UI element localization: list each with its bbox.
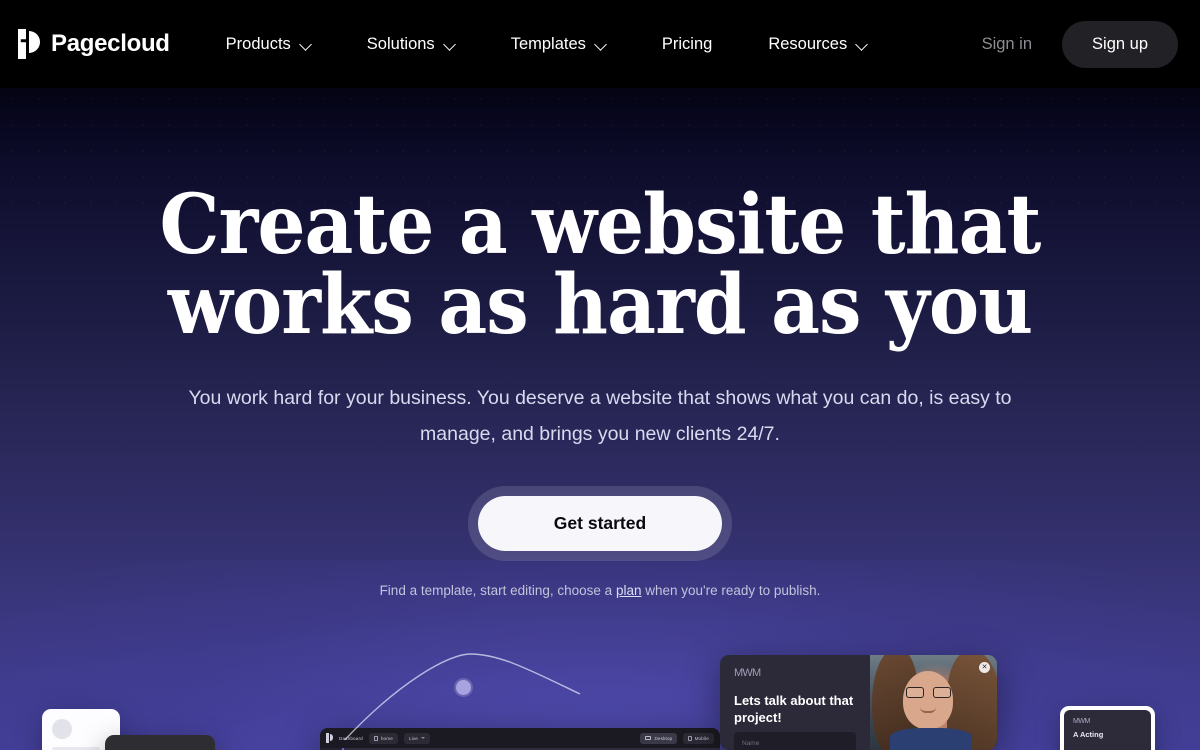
nav-item-label: Templates [510, 34, 586, 53]
glasses-icon [906, 687, 951, 698]
nav-links: Products Solutions Templates Pricing Res… [198, 25, 968, 64]
editor-status-selector[interactable]: Live [403, 732, 430, 744]
nav-item-solutions[interactable]: Solutions [367, 25, 455, 64]
brand-name: Pagecloud [51, 30, 170, 57]
pagecloud-logo-icon [18, 29, 40, 59]
promo-card-mockup[interactable]: MWM Lets talk about that project! Name ✕ [720, 655, 997, 750]
nav-item-resources[interactable]: Resources [768, 25, 867, 64]
promo-card-content: MWM Lets talk about that project! Name [720, 655, 870, 750]
editor-dashboard-label[interactable]: Dashboard [339, 736, 363, 741]
pagecloud-logo-icon [326, 733, 333, 743]
editor-toolbar: Dashboard home Live Desktop Mobile [320, 728, 720, 748]
editor-mobile-toggle[interactable]: Mobile [683, 732, 714, 744]
hero-subtitle: You work hard for your business. You des… [188, 387, 1012, 445]
nav-item-pricing[interactable]: Pricing [662, 25, 712, 64]
cta-container: Get started [0, 486, 1200, 562]
hero-fineprint: Find a template, start editing, choose a… [0, 583, 1200, 598]
hero-section: Create a website that works as hard as y… [0, 88, 1200, 598]
avatar-icon [52, 719, 72, 739]
nav-item-products[interactable]: Products [226, 25, 311, 64]
top-navigation-bar: Pagecloud Products Solutions Templates P… [0, 0, 1200, 88]
editor-window-mockup[interactable]: Dashboard home Live Desktop Mobile [320, 728, 720, 750]
nav-item-templates[interactable]: Templates [511, 25, 606, 64]
name-input-placeholder: Name [742, 739, 760, 747]
chevron-down-icon [444, 39, 455, 50]
landing-page: Pagecloud Products Solutions Templates P… [0, 0, 1200, 750]
fineprint-text-before: Find a template, start editing, choose a [379, 583, 616, 599]
editor-mobile-label: Mobile [694, 735, 709, 741]
page-icon [373, 735, 378, 741]
phone-logo: MWM [1073, 718, 1090, 725]
connector-curve [343, 653, 581, 740]
chevron-down-icon [300, 39, 311, 50]
editor-page-label: home [380, 735, 393, 741]
page-title: Create a website that works as hard as y… [48, 184, 1152, 353]
sign-in-link[interactable]: Sign in [968, 25, 1046, 64]
product-showcase: Dashboard home Live Desktop Mobile MWM L… [0, 640, 1200, 750]
plan-link[interactable]: plan [616, 583, 642, 598]
smiling-woman-photo: ✕ [870, 655, 997, 750]
phone-screen: MWM A Acting [1064, 710, 1151, 750]
promo-logo: MWM [734, 667, 761, 679]
dark-card-mockup[interactable] [105, 735, 215, 750]
name-input[interactable]: Name [734, 732, 856, 750]
chevron-down-icon [856, 39, 867, 50]
nav-item-label: Resources [768, 34, 848, 53]
nav-item-label: Pricing [661, 34, 713, 53]
monitor-icon [645, 736, 652, 740]
sign-up-button[interactable]: Sign up [1062, 20, 1178, 68]
get-started-button[interactable]: Get started [477, 496, 723, 552]
nav-item-label: Products [225, 34, 291, 53]
editor-page-selector[interactable]: home [368, 732, 398, 744]
chevron-down-icon [420, 737, 425, 739]
headline-line-2: works as hard as you [167, 256, 1033, 353]
cta-halo-ring: Get started [467, 486, 733, 562]
fineprint-text-after: when you're ready to publish. [641, 583, 821, 599]
editor-desktop-label: Desktop [654, 735, 673, 741]
phone-mockup[interactable]: MWM A Acting [1060, 706, 1155, 750]
editor-status-label: Live [408, 735, 418, 741]
brand-logo[interactable]: Pagecloud [18, 29, 170, 59]
phone-heading: A Acting [1073, 730, 1104, 739]
close-icon[interactable]: ✕ [979, 662, 990, 673]
editor-desktop-toggle[interactable]: Desktop [640, 732, 678, 744]
chevron-down-icon [595, 39, 606, 50]
nav-item-label: Solutions [366, 34, 435, 53]
nav-auth-actions: Sign in Sign up [968, 20, 1178, 68]
curve-handle[interactable] [456, 680, 471, 695]
promo-heading: Lets talk about that project! [734, 693, 854, 725]
phone-icon [688, 735, 692, 741]
